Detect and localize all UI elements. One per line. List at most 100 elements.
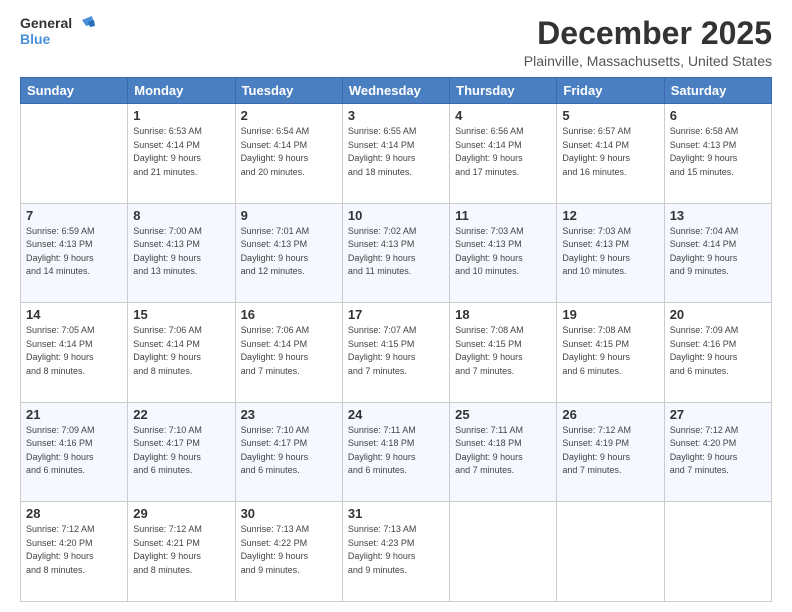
calendar-cell: 17 Sunrise: 7:07 AMSunset: 4:15 PMDayligh… [342,303,449,403]
day-number: 12 [562,208,658,223]
week-row-1: 1 Sunrise: 6:53 AMSunset: 4:14 PMDaylight… [21,104,772,204]
day-number: 6 [670,108,766,123]
calendar-cell: 16 Sunrise: 7:06 AMSunset: 4:14 PMDayligh… [235,303,342,403]
day-info: Sunrise: 7:07 AMSunset: 4:15 PMDaylight:… [348,324,444,378]
day-info: Sunrise: 7:13 AMSunset: 4:23 PMDaylight:… [348,523,444,577]
calendar-cell: 13 Sunrise: 7:04 AMSunset: 4:14 PMDayligh… [664,203,771,303]
day-number: 17 [348,307,444,322]
day-info: Sunrise: 7:12 AMSunset: 4:21 PMDaylight:… [133,523,229,577]
day-info: Sunrise: 6:56 AMSunset: 4:14 PMDaylight:… [455,125,551,179]
calendar-cell: 6Sunrise: 6:58 AMSunset: 4:13 PMDaylight… [664,104,771,204]
col-friday: Friday [557,78,664,104]
day-info: Sunrise: 6:59 AMSunset: 4:13 PMDaylight:… [26,225,122,279]
logo: General Blue [20,16,96,47]
day-info: Sunrise: 7:08 AMSunset: 4:15 PMDaylight:… [562,324,658,378]
day-number: 20 [670,307,766,322]
col-tuesday: Tuesday [235,78,342,104]
day-number: 10 [348,208,444,223]
day-number: 21 [26,407,122,422]
calendar-cell: 9 Sunrise: 7:01 AMSunset: 4:13 PMDaylight… [235,203,342,303]
day-number: 9 [241,208,337,223]
weekday-header-row: Sunday Monday Tuesday Wednesday Thursday… [21,78,772,104]
week-row-5: 28Sunrise: 7:12 AMSunset: 4:20 PMDayligh… [21,502,772,602]
day-info: Sunrise: 6:57 AMSunset: 4:14 PMDaylight:… [562,125,658,179]
calendar-cell [557,502,664,602]
calendar-cell: 19 Sunrise: 7:08 AMSunset: 4:15 PMDayligh… [557,303,664,403]
day-number: 14 [26,307,122,322]
logo-bird-icon [74,16,96,32]
calendar-cell: 26 Sunrise: 7:12 AMSunset: 4:19 PMDayligh… [557,402,664,502]
calendar-cell: 24Sunrise: 7:11 AMSunset: 4:18 PMDayligh… [342,402,449,502]
calendar-cell: 14 Sunrise: 7:05 AMSunset: 4:14 PMDayligh… [21,303,128,403]
calendar-cell: 27Sunrise: 7:12 AMSunset: 4:20 PMDayligh… [664,402,771,502]
day-number: 2 [241,108,337,123]
calendar-cell: 11Sunrise: 7:03 AMSunset: 4:13 PMDayligh… [450,203,557,303]
week-row-2: 7 Sunrise: 6:59 AMSunset: 4:13 PMDaylight… [21,203,772,303]
calendar-cell: 15 Sunrise: 7:06 AMSunset: 4:14 PMDayligh… [128,303,235,403]
header: General Blue December 2025 Plainville, M… [20,16,772,69]
day-info: Sunrise: 7:03 AMSunset: 4:13 PMDaylight:… [455,225,551,279]
calendar-cell: 23Sunrise: 7:10 AMSunset: 4:17 PMDayligh… [235,402,342,502]
day-number: 26 [562,407,658,422]
day-info: Sunrise: 7:11 AMSunset: 4:18 PMDaylight:… [348,424,444,478]
calendar-cell: 7 Sunrise: 6:59 AMSunset: 4:13 PMDaylight… [21,203,128,303]
day-number: 3 [348,108,444,123]
day-info: Sunrise: 7:12 AMSunset: 4:19 PMDaylight:… [562,424,658,478]
day-number: 16 [241,307,337,322]
day-number: 7 [26,208,122,223]
calendar-cell: 18Sunrise: 7:08 AMSunset: 4:15 PMDayligh… [450,303,557,403]
day-info: Sunrise: 7:05 AMSunset: 4:14 PMDaylight:… [26,324,122,378]
day-info: Sunrise: 7:11 AMSunset: 4:18 PMDaylight:… [455,424,551,478]
day-info: Sunrise: 7:12 AMSunset: 4:20 PMDaylight:… [670,424,766,478]
day-info: Sunrise: 7:03 AMSunset: 4:13 PMDaylight:… [562,225,658,279]
day-info: Sunrise: 7:08 AMSunset: 4:15 PMDaylight:… [455,324,551,378]
day-info: Sunrise: 7:06 AMSunset: 4:14 PMDaylight:… [133,324,229,378]
week-row-4: 21 Sunrise: 7:09 AMSunset: 4:16 PMDayligh… [21,402,772,502]
day-info: Sunrise: 7:10 AMSunset: 4:17 PMDaylight:… [133,424,229,478]
day-number: 29 [133,506,229,521]
day-info: Sunrise: 7:06 AMSunset: 4:14 PMDaylight:… [241,324,337,378]
day-number: 13 [670,208,766,223]
day-number: 28 [26,506,122,521]
calendar-cell: 30Sunrise: 7:13 AMSunset: 4:22 PMDayligh… [235,502,342,602]
day-info: Sunrise: 7:09 AMSunset: 4:16 PMDaylight:… [670,324,766,378]
col-saturday: Saturday [664,78,771,104]
day-info: Sunrise: 7:00 AMSunset: 4:13 PMDaylight:… [133,225,229,279]
location: Plainville, Massachusetts, United States [524,53,772,69]
col-wednesday: Wednesday [342,78,449,104]
day-info: Sunrise: 7:04 AMSunset: 4:14 PMDaylight:… [670,225,766,279]
calendar-cell: 28Sunrise: 7:12 AMSunset: 4:20 PMDayligh… [21,502,128,602]
calendar-cell: 10 Sunrise: 7:02 AMSunset: 4:13 PMDayligh… [342,203,449,303]
calendar-cell: 29 Sunrise: 7:12 AMSunset: 4:21 PMDayligh… [128,502,235,602]
col-monday: Monday [128,78,235,104]
calendar-cell: 20 Sunrise: 7:09 AMSunset: 4:16 PMDayligh… [664,303,771,403]
calendar-cell: 2Sunrise: 6:54 AMSunset: 4:14 PMDaylight… [235,104,342,204]
logo-text-block: General Blue [20,16,96,47]
day-number: 19 [562,307,658,322]
day-number: 4 [455,108,551,123]
week-row-3: 14 Sunrise: 7:05 AMSunset: 4:14 PMDayligh… [21,303,772,403]
calendar-table: Sunday Monday Tuesday Wednesday Thursday… [20,77,772,602]
month-title: December 2025 [524,16,772,51]
calendar-cell: 21 Sunrise: 7:09 AMSunset: 4:16 PMDayligh… [21,402,128,502]
day-number: 30 [241,506,337,521]
calendar-cell: 1 Sunrise: 6:53 AMSunset: 4:14 PMDaylight… [128,104,235,204]
calendar-cell [450,502,557,602]
calendar-cell: 3 Sunrise: 6:55 AMSunset: 4:14 PMDaylight… [342,104,449,204]
day-info: Sunrise: 7:09 AMSunset: 4:16 PMDaylight:… [26,424,122,478]
day-info: Sunrise: 7:01 AMSunset: 4:13 PMDaylight:… [241,225,337,279]
day-number: 23 [241,407,337,422]
day-number: 25 [455,407,551,422]
day-number: 15 [133,307,229,322]
calendar-cell: 8Sunrise: 7:00 AMSunset: 4:13 PMDaylight… [128,203,235,303]
calendar-cell: 31 Sunrise: 7:13 AMSunset: 4:23 PMDayligh… [342,502,449,602]
logo-blue: Blue [20,32,50,47]
day-info: Sunrise: 6:55 AMSunset: 4:14 PMDaylight:… [348,125,444,179]
col-thursday: Thursday [450,78,557,104]
day-info: Sunrise: 6:53 AMSunset: 4:14 PMDaylight:… [133,125,229,179]
day-number: 31 [348,506,444,521]
day-number: 1 [133,108,229,123]
calendar-cell [664,502,771,602]
day-info: Sunrise: 7:02 AMSunset: 4:13 PMDaylight:… [348,225,444,279]
calendar-cell: 4 Sunrise: 6:56 AMSunset: 4:14 PMDaylight… [450,104,557,204]
